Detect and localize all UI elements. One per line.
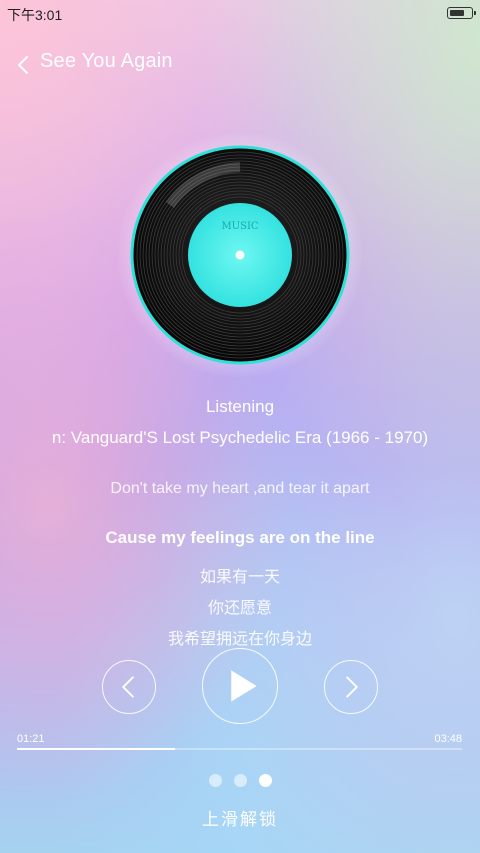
chevron-right-icon	[346, 676, 358, 698]
page-dot	[208, 774, 222, 787]
chevron-left-icon	[122, 676, 134, 698]
battery-icon	[447, 7, 476, 19]
previous-button[interactable]	[102, 660, 156, 714]
page-indicator	[0, 774, 480, 787]
lyric-line: 我希望拥远在你身边	[167, 631, 312, 648]
lyric-line: 如果有一天	[199, 569, 280, 586]
lyric-line: Don't take my heart ,and tear it apart	[110, 480, 370, 497]
progress-fill	[17, 748, 175, 750]
swipe-unlock-hint[interactable]: 上滑解锁	[0, 805, 480, 830]
header: See You Again	[0, 44, 480, 84]
progress-bar[interactable]	[17, 748, 462, 750]
total-time: 03:48	[434, 733, 462, 745]
vinyl-record: MUSIC	[118, 133, 362, 377]
play-icon	[231, 670, 257, 702]
record-label-text: MUSIC	[221, 221, 258, 232]
battery-level	[450, 10, 464, 16]
next-button[interactable]	[324, 660, 378, 714]
status-bar: 下午3:01	[0, 0, 480, 26]
album-name: n: Vanguard'S Lost Psychedelic Era (1966…	[51, 428, 429, 447]
page-dot	[233, 774, 247, 787]
lyric-line: 你还愿意	[207, 600, 272, 617]
lyric-line-current: Cause my feelings are on the line	[105, 528, 375, 547]
track-status: Listening	[205, 397, 275, 416]
page-title: See You Again	[40, 50, 173, 72]
page-dot	[258, 774, 272, 787]
chevron-left-icon[interactable]	[14, 52, 34, 78]
current-time: 01:21	[17, 733, 45, 745]
status-time: 下午3:01	[7, 7, 63, 23]
play-button[interactable]	[202, 648, 278, 724]
vinyl-disc-icon: MUSIC	[130, 145, 350, 365]
